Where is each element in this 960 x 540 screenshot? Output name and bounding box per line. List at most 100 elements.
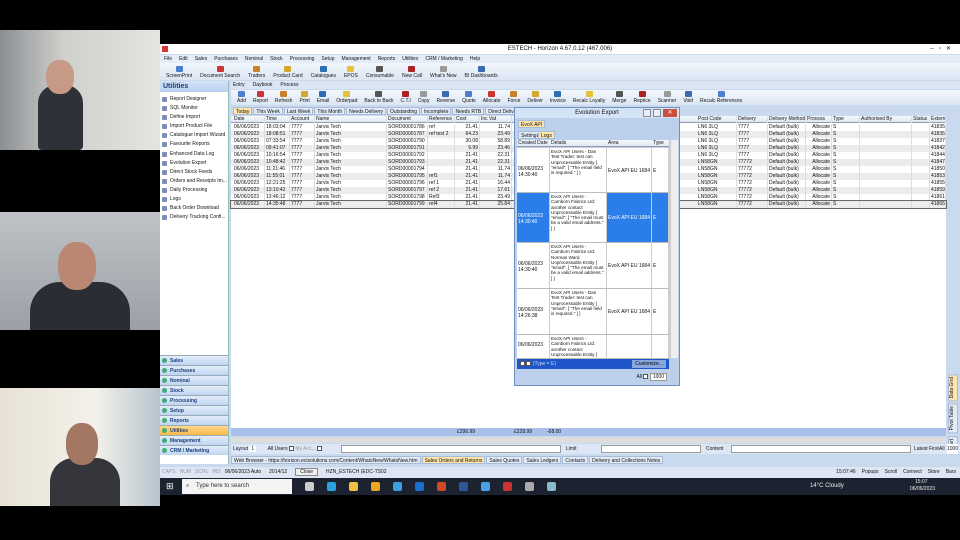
toolbar-button-invoice[interactable]: Invoice: [550, 91, 566, 104]
nav-nominal[interactable]: Nominal: [160, 375, 228, 385]
col-account[interactable]: Account: [290, 116, 315, 123]
filter-tab-incomplete[interactable]: Incomplete: [421, 107, 452, 115]
col-date[interactable]: Date: [233, 116, 265, 123]
chrome-icon[interactable]: [371, 482, 380, 491]
search-input[interactable]: [601, 445, 701, 453]
all-checkbox[interactable]: [643, 374, 649, 380]
col-inc-vat[interactable]: Inc Vat: [480, 116, 512, 123]
doc-tab-web-browser[interactable]: Web Browser - https://horizon.ecisolutio…: [231, 456, 421, 464]
filter-tab-today[interactable]: Today: [233, 107, 253, 115]
connect-toggle[interactable]: Connect: [903, 469, 922, 475]
sidebar-item-logs[interactable]: Logs: [160, 195, 228, 204]
toolbar-button-bi-dashboards[interactable]: BI Dashboards: [465, 66, 498, 79]
user-select[interactable]: [341, 445, 561, 453]
ie-icon[interactable]: [393, 482, 402, 491]
filter-tab-this-month[interactable]: This Month: [314, 107, 346, 115]
nav-purchases[interactable]: Purchases: [160, 365, 228, 375]
count-input[interactable]: 1000: [947, 444, 959, 454]
sidebar-item-evolution-export[interactable]: Evolution Export: [160, 159, 228, 168]
subtab-daybook[interactable]: Daybook: [253, 81, 273, 89]
outlook-icon[interactable]: [415, 482, 424, 491]
nav-reports[interactable]: Reports: [160, 415, 228, 425]
menu-management[interactable]: Management: [342, 55, 371, 63]
layout-input[interactable]: 1: [249, 446, 257, 452]
toolbar-button-email[interactable]: Email: [317, 91, 329, 104]
dialog-scrollbar[interactable]: [670, 140, 678, 358]
window-controls[interactable]: –▫✕: [931, 44, 957, 54]
nav-processing[interactable]: Processing: [160, 395, 228, 405]
nav-setup[interactable]: Setup: [160, 405, 228, 415]
toolbar-button-c-t-i[interactable]: C.T.I: [401, 91, 411, 104]
sidebar-item-delivery-tracking-confi[interactable]: Delivery Tracking Confi...: [160, 213, 228, 222]
col-post-code[interactable]: Post Code: [697, 116, 737, 123]
filter-tab-this-week[interactable]: This Week: [253, 107, 283, 115]
menu-help[interactable]: Help: [470, 55, 480, 63]
col-external-i[interactable]: External I: [930, 116, 946, 123]
toolbar-button-report[interactable]: Report: [253, 91, 268, 104]
sidebar-item-orders-and-receipts-im[interactable]: Orders and Receipts Im...: [160, 177, 228, 186]
sidebar-item-catalogue-import-wizard[interactable]: Catalogue Import Wizard: [160, 131, 228, 140]
menu-crm-marketing[interactable]: CRM / Marketing: [425, 55, 463, 63]
menu-file[interactable]: File: [164, 55, 172, 63]
taskbar-search[interactable]: ⌕ Type here to search: [182, 479, 292, 494]
sidebar-item-report-designer[interactable]: Report Designer: [160, 95, 228, 104]
log-row[interactable]: 06/06/2023 EvoX API Users - Camborn Fabri…: [517, 335, 669, 359]
toolbar-button-recalc-references[interactable]: Recalc References: [700, 91, 742, 104]
menu-nominal[interactable]: Nominal: [245, 55, 263, 63]
clear-filter-icon[interactable]: [520, 361, 525, 367]
log-row[interactable]: 06/06/2023 14:30:40 EvoX API Users - Camb…: [517, 243, 669, 289]
start-button[interactable]: ⊞: [166, 481, 174, 492]
weather-widget[interactable]: 14°C Cloudy: [810, 483, 844, 489]
nav-stock[interactable]: Stock: [160, 385, 228, 395]
nav-crm-marketing[interactable]: CRM / Marketing: [160, 445, 228, 455]
col-authorised-by[interactable]: Authorised By: [860, 116, 912, 123]
toolbar-button-add[interactable]: Add: [237, 91, 246, 104]
filter-tab-needs-delivery[interactable]: Needs Delivery: [346, 107, 387, 115]
sidebar-item-daily-processing[interactable]: Daily Processing: [160, 186, 228, 195]
store-button[interactable]: Store: [928, 469, 940, 475]
col-delivery[interactable]: Delivery: [737, 116, 768, 123]
toolbar-button-reverse[interactable]: Reverse: [437, 91, 455, 104]
tab-logs[interactable]: Logs: [538, 131, 555, 139]
scroll-toggle[interactable]: Scroll: [885, 469, 898, 475]
app-icon[interactable]: [525, 482, 534, 491]
toolbar-button-epos[interactable]: EPOS: [344, 66, 358, 79]
sidebar-item-sql-monitor[interactable]: SQL Monitor: [160, 104, 228, 113]
toolbar-button-copy[interactable]: Copy: [418, 91, 430, 104]
popups-toggle[interactable]: Popups: [862, 469, 879, 475]
log-row[interactable]: 06/06/2023 14:30:40 EvoX API Users - Camb…: [517, 193, 669, 243]
subtab-process[interactable]: Process: [280, 81, 298, 89]
toolbar-button-product-card[interactable]: Product Card: [273, 66, 303, 79]
col-process[interactable]: Process: [806, 116, 832, 123]
dialog-minimize-button[interactable]: [643, 109, 651, 117]
sidebar-item-define-import[interactable]: Define Import: [160, 113, 228, 122]
toolbar-button-back-to-back[interactable]: Back to Back: [364, 91, 394, 104]
filter-tab-outstanding[interactable]: Outstanding: [387, 107, 421, 115]
filter-tab-last-week[interactable]: Last Week: [283, 107, 314, 115]
doc-tab-contacts[interactable]: Contacts: [562, 456, 589, 464]
col-type[interactable]: Type: [832, 116, 860, 123]
col-created-date[interactable]: Created Date: [518, 140, 548, 147]
customize-button[interactable]: Customize...: [632, 360, 666, 368]
filter-tab-needs-rtb[interactable]: Needs RTB: [452, 107, 485, 115]
menu-purchases[interactable]: Purchases: [214, 55, 238, 63]
sidebar-item-back-order-download[interactable]: Back Order Download: [160, 204, 228, 213]
nav-utilities[interactable]: Utilities: [160, 425, 228, 435]
toolbar-button-orderpad[interactable]: Orderpad: [336, 91, 357, 104]
log-row[interactable]: 06/06/2023 14:26:38 EvoX API Users - Dan …: [517, 289, 669, 335]
subtab-entry[interactable]: Entry: [233, 81, 245, 89]
col-area[interactable]: Area: [608, 140, 619, 147]
toolbar-button-scanner[interactable]: Scanner: [658, 91, 676, 104]
toolbar-button-new-call[interactable]: New Call: [402, 66, 422, 79]
dialog-close-button[interactable]: ✕: [663, 109, 677, 117]
count-input[interactable]: 1000: [649, 373, 667, 381]
sidebar-item-import-product-file[interactable]: Import Product File: [160, 122, 228, 131]
toolbar-button-reprice[interactable]: Reprice: [633, 91, 651, 104]
powerpoint-icon[interactable]: [437, 482, 446, 491]
side-tab-pivot-table[interactable]: Pivot Table: [948, 403, 958, 434]
all-users-checkbox[interactable]: [288, 446, 294, 452]
toolbar-button-merge[interactable]: Merge: [612, 91, 626, 104]
sidebar-item-favourite-reports[interactable]: Favourite Reports: [160, 140, 228, 149]
toolbar-button-refresh[interactable]: Refresh: [275, 91, 292, 104]
doc-tab-sales-ledgers[interactable]: Sales Ledgers: [523, 456, 562, 464]
